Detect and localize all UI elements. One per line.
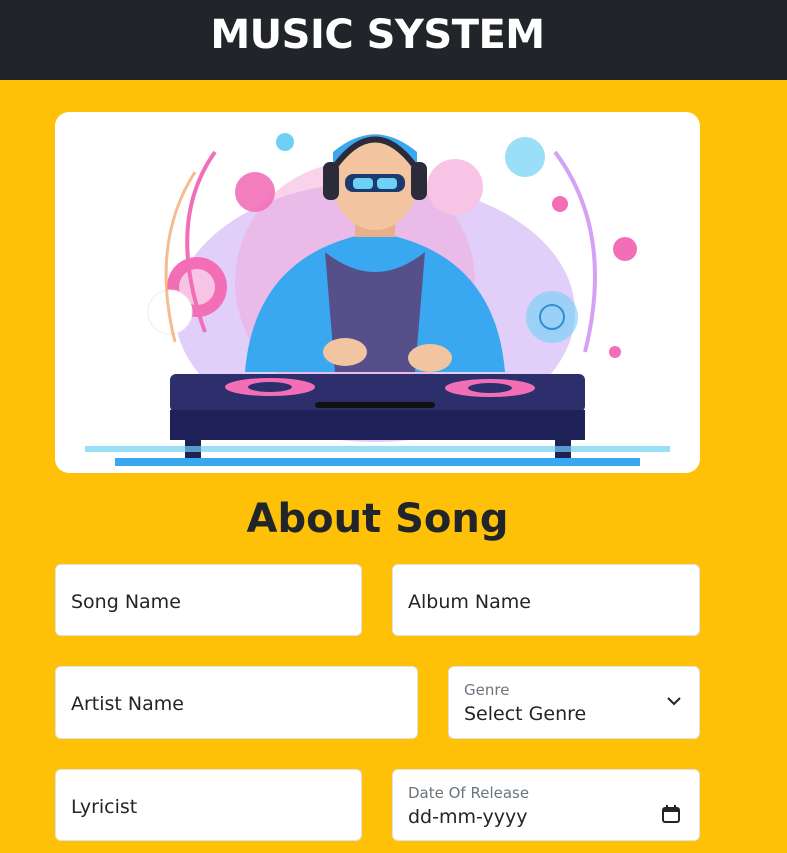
navbar-brand[interactable]: MUSIC SYSTEM [0, 12, 755, 58]
calendar-icon[interactable] [661, 804, 681, 824]
section-title: About Song [246, 496, 509, 542]
album-name-field[interactable]: Album Name [392, 564, 700, 636]
chevron-down-icon [667, 697, 681, 706]
song-name-placeholder: Song Name [71, 591, 181, 613]
artist-name-placeholder: Artist Name [71, 693, 184, 715]
lyricist-placeholder: Lyricist [71, 796, 138, 818]
release-date-value: dd-mm-yyyy [408, 806, 528, 828]
genre-select[interactable]: Genre Select Genre [448, 666, 700, 739]
genre-value: Select Genre [464, 703, 587, 725]
release-date-label: Date Of Release [408, 784, 530, 802]
navbar: MUSIC SYSTEM [0, 0, 787, 80]
hero-image [55, 112, 700, 473]
genre-label: Genre [464, 681, 510, 699]
album-name-placeholder: Album Name [408, 591, 531, 613]
release-date-field[interactable]: Date Of Release dd-mm-yyyy [392, 769, 700, 841]
lyricist-field[interactable]: Lyricist [55, 769, 362, 841]
song-name-field[interactable]: Song Name [55, 564, 362, 636]
artist-name-field[interactable]: Artist Name [55, 666, 418, 739]
dj-illustration [85, 133, 670, 466]
